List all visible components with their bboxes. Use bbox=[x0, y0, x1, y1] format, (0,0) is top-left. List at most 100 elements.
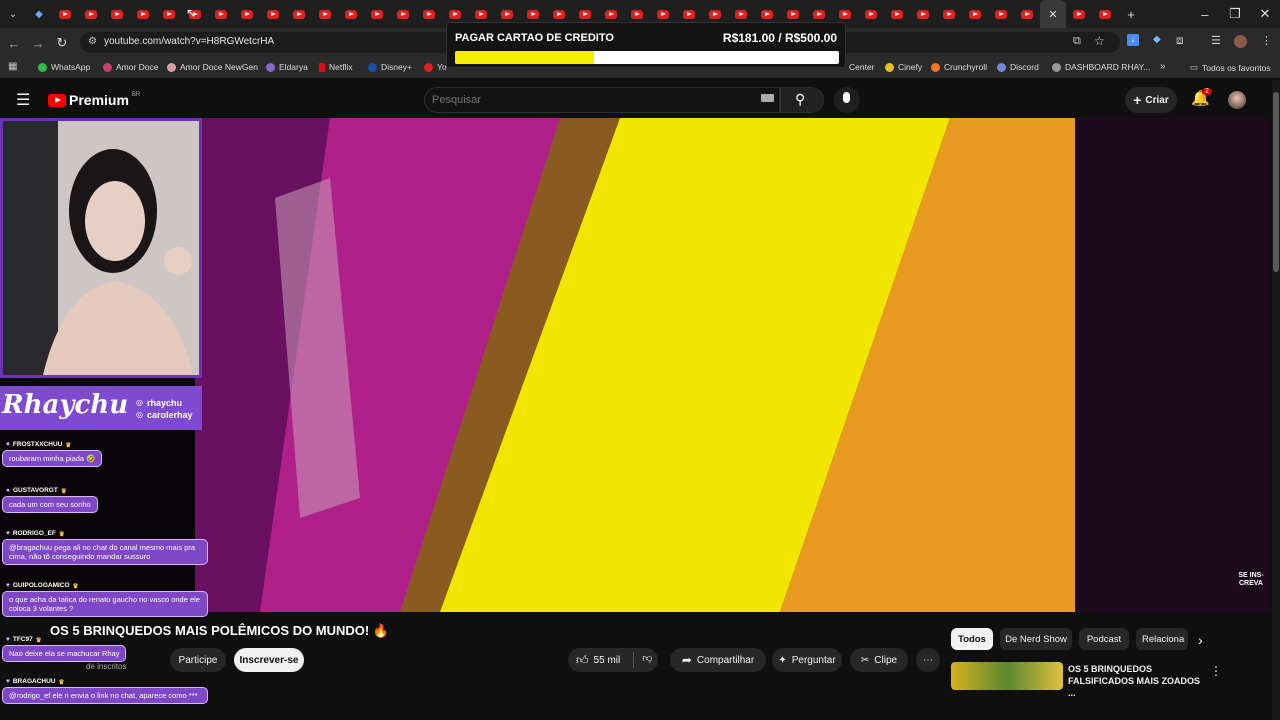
voice-search-button[interactable] bbox=[834, 87, 860, 113]
bookmark-disney[interactable]: Disney+ bbox=[368, 62, 412, 72]
bookmark-discord[interactable]: Discord bbox=[997, 62, 1039, 72]
search-input[interactable] bbox=[432, 90, 732, 110]
extension-icon[interactable]: ◆ bbox=[1153, 34, 1161, 45]
join-button[interactable]: Participe bbox=[170, 648, 226, 672]
tab-youtube[interactable] bbox=[208, 0, 234, 28]
tab-youtube[interactable] bbox=[338, 0, 364, 28]
tab-youtube[interactable] bbox=[312, 0, 338, 28]
bookmark-whatsapp[interactable]: WhatsApp bbox=[38, 62, 90, 72]
download-icon[interactable]: ↓ bbox=[1127, 34, 1139, 46]
tab-search-button[interactable]: ⌄ bbox=[0, 0, 26, 28]
youtube-favicon-icon bbox=[1021, 9, 1033, 19]
youtube-logo[interactable]: Premium BR bbox=[48, 92, 140, 108]
url-text[interactable]: youtube.com/watch?v=H8RGWetcrHA bbox=[104, 36, 274, 47]
youtube-favicon-icon bbox=[657, 9, 669, 19]
bookmark-amor-doce-newgen[interactable]: Amor Doce NewGen bbox=[167, 62, 258, 72]
like-button[interactable]: 👍︎ 55 mil 👎︎ bbox=[568, 648, 658, 672]
microphone-icon bbox=[843, 92, 850, 103]
tab-youtube[interactable] bbox=[390, 0, 416, 28]
ask-button[interactable]: ✦ Perguntar bbox=[772, 648, 842, 672]
tab-youtube[interactable] bbox=[884, 0, 910, 28]
dislike-icon[interactable]: 👎︎ bbox=[633, 652, 652, 668]
search-button[interactable]: ⚲ bbox=[780, 87, 824, 113]
youtube-favicon-icon bbox=[1073, 9, 1085, 19]
extensions-puzzle-icon[interactable]: ⧈ bbox=[1176, 33, 1184, 48]
bookmark-all-favorites[interactable]: ▭ Todos os favoritos bbox=[1190, 62, 1271, 73]
bookmark-crunchyroll[interactable]: Crunchyroll bbox=[931, 62, 987, 72]
bookmark-youtube[interactable]: Yo bbox=[424, 62, 447, 72]
forward-icon[interactable]: → bbox=[26, 36, 50, 51]
window-close-icon[interactable]: ✕ bbox=[1250, 6, 1280, 22]
tab-active-close[interactable]: ✕ bbox=[1040, 0, 1066, 28]
chat-text: Nao deixe ela se machucar Rhay bbox=[2, 645, 127, 662]
account-avatar[interactable] bbox=[1228, 91, 1246, 109]
tab-youtube[interactable] bbox=[260, 0, 286, 28]
bookmark-amor-doce[interactable]: Amor Doce bbox=[103, 62, 159, 72]
recommended-title[interactable]: OS 5 BRINQUEDOS FALSIFICADOS MAIS ZOADOS… bbox=[1068, 663, 1208, 699]
bookmark-center[interactable]: Center bbox=[849, 62, 875, 72]
tab-favicon[interactable]: ◆ bbox=[26, 0, 52, 28]
site-info-icon[interactable]: ⚙ bbox=[88, 36, 97, 47]
tab-youtube[interactable] bbox=[234, 0, 260, 28]
browser-menu-icon[interactable]: ⋮ bbox=[1261, 34, 1272, 47]
subscribe-button[interactable]: Inscrever-se bbox=[234, 648, 304, 672]
chat-username: BRAGACHUU bbox=[12, 678, 56, 685]
tab-youtube[interactable] bbox=[416, 0, 442, 28]
bookmark-netflix[interactable]: Netflix bbox=[319, 62, 353, 72]
chat-message: ♥ GUIPOLOGAMICO ♛ o que acha da tatica do … bbox=[0, 580, 210, 617]
bookmark-star-icon[interactable]: ☆ bbox=[1094, 34, 1105, 48]
chat-text: @rodrigo_ef ele n envia o link no chat, … bbox=[2, 687, 208, 704]
tab-youtube[interactable] bbox=[78, 0, 104, 28]
chip-podcast[interactable]: Podcast bbox=[1079, 628, 1129, 650]
tab-youtube[interactable] bbox=[286, 0, 312, 28]
tab-youtube[interactable] bbox=[52, 0, 78, 28]
tab-youtube[interactable] bbox=[130, 0, 156, 28]
tab-youtube[interactable] bbox=[910, 0, 936, 28]
more-actions-button[interactable]: ⋯ bbox=[916, 648, 940, 672]
page-scrollbar[interactable] bbox=[1272, 80, 1280, 720]
bookmark-eldarya[interactable]: Eldarya bbox=[266, 62, 308, 72]
scrollbar-thumb[interactable] bbox=[1273, 92, 1279, 272]
youtube-favicon-icon bbox=[969, 9, 981, 19]
chip-relacionados[interactable]: Relaciona bbox=[1136, 628, 1188, 650]
share-button[interactable]: ➦ Compartilhar bbox=[670, 648, 766, 672]
maximize-icon[interactable]: ❐ bbox=[1220, 6, 1250, 22]
tab-youtube[interactable] bbox=[1066, 0, 1092, 28]
tab-youtube[interactable] bbox=[1092, 0, 1118, 28]
tab-youtube[interactable] bbox=[364, 0, 390, 28]
recommended-thumbnail[interactable] bbox=[951, 662, 1063, 690]
tab-youtube[interactable] bbox=[988, 0, 1014, 28]
cast-icon[interactable]: ⧉ bbox=[1073, 35, 1081, 48]
youtube-favicon-icon bbox=[917, 9, 929, 19]
bookmark-cinefy[interactable]: Cinefy bbox=[885, 62, 922, 72]
tab-youtube[interactable] bbox=[936, 0, 962, 28]
tab-youtube[interactable] bbox=[104, 0, 130, 28]
chevron-right-icon[interactable]: › bbox=[1198, 632, 1203, 648]
chip-todos[interactable]: Todos bbox=[951, 628, 993, 650]
notifications-button[interactable]: 🔔 2 bbox=[1191, 88, 1212, 108]
media-controls-icon[interactable]: ☰ bbox=[1211, 34, 1221, 47]
tab-youtube[interactable] bbox=[962, 0, 988, 28]
chip-de-nerd-show[interactable]: De Nerd Show bbox=[1000, 628, 1072, 650]
bookmarks-overflow-icon[interactable]: » bbox=[1160, 61, 1166, 72]
clip-button[interactable]: ✂ Clipe bbox=[850, 648, 908, 672]
tab-youtube[interactable] bbox=[156, 0, 182, 28]
minimize-icon[interactable]: – bbox=[1190, 7, 1220, 22]
search-icon: ⚲ bbox=[795, 91, 806, 107]
recommended-menu-icon[interactable]: ⋮ bbox=[1210, 664, 1222, 678]
profile-avatar[interactable] bbox=[1234, 35, 1247, 48]
crunchyroll-icon bbox=[931, 62, 940, 72]
reload-icon[interactable]: ↻ bbox=[50, 35, 74, 51]
new-tab-button[interactable]: + bbox=[1118, 0, 1144, 28]
bookmark-dashboard[interactable]: DASHBOARD RHAY... bbox=[1052, 62, 1150, 72]
apps-icon[interactable]: ▦ bbox=[8, 61, 17, 72]
create-button[interactable]: + Criar bbox=[1125, 87, 1177, 113]
tab-youtube[interactable] bbox=[858, 0, 884, 28]
keyboard-icon[interactable] bbox=[761, 94, 774, 102]
back-icon[interactable]: ← bbox=[2, 36, 26, 51]
scissors-icon: ✂ bbox=[860, 654, 870, 666]
chat-username: TFC97 bbox=[12, 636, 33, 643]
guide-menu-icon[interactable]: ☰ bbox=[16, 90, 30, 110]
tab-youtube[interactable] bbox=[1014, 0, 1040, 28]
subscribe-watermark[interactable]: SE INS- CREVA bbox=[1236, 572, 1266, 588]
